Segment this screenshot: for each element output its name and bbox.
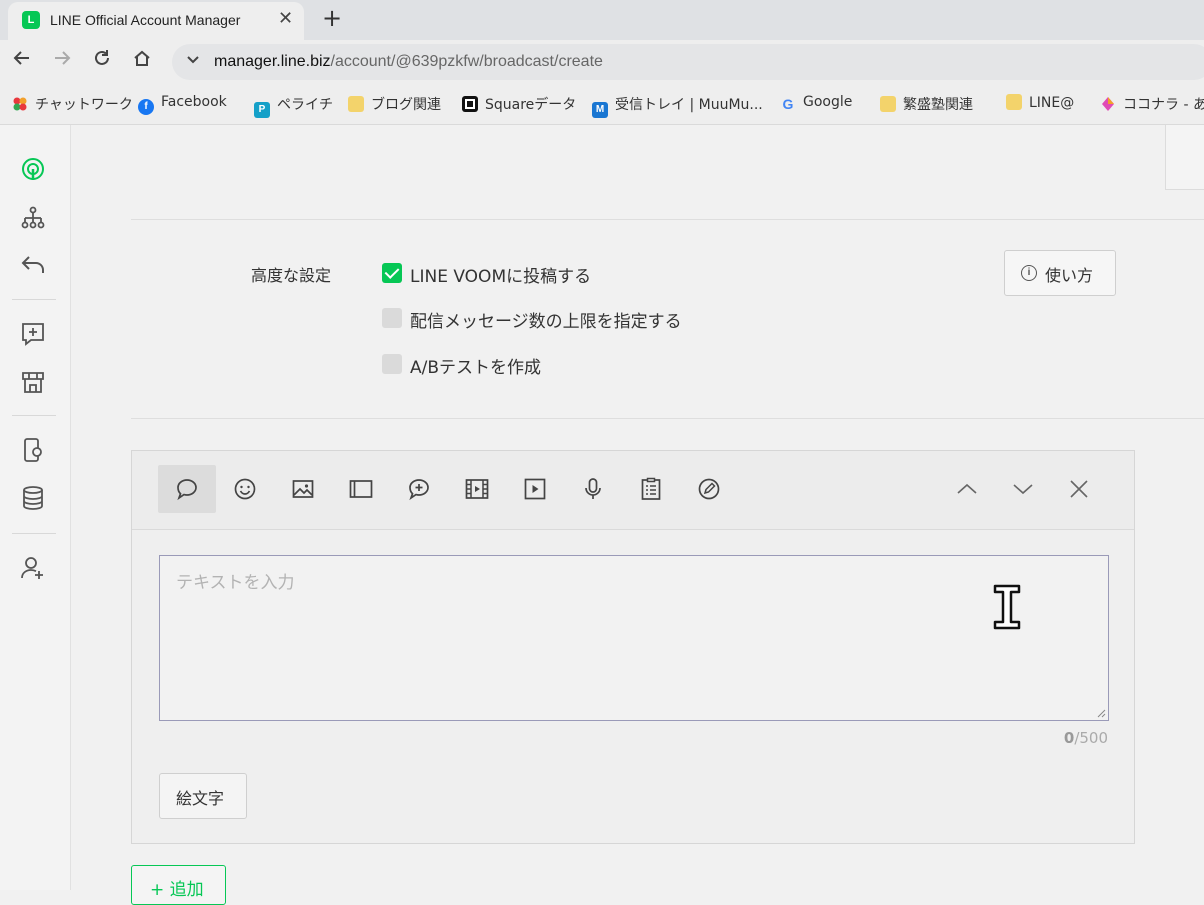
broadcast-icon[interactable] <box>20 156 46 182</box>
how-to-use-button[interactable]: i 使い方 <box>1004 250 1116 296</box>
bookmark-peraichi[interactable]: P ペライチ <box>254 94 333 118</box>
add-friend-icon[interactable] <box>20 555 46 581</box>
browser-toolbar: manager.line.biz/account/@639pzkfw/broad… <box>0 40 1204 84</box>
sidebar-divider <box>12 415 56 416</box>
image-icon[interactable] <box>274 465 332 513</box>
message-type-toolbar <box>132 451 1134 530</box>
edit-icon[interactable] <box>680 465 738 513</box>
info-icon: i <box>1021 265 1037 281</box>
checkbox-message-limit[interactable] <box>382 308 402 328</box>
card-message-icon[interactable] <box>332 465 390 513</box>
bookmark-folder-line[interactable]: LINE@ <box>1006 94 1074 114</box>
video-frame-icon[interactable] <box>448 465 506 513</box>
text-cursor-icon <box>993 584 1021 630</box>
chevron-down-icon[interactable] <box>186 52 200 70</box>
sidebar-divider <box>12 533 56 534</box>
emoji-button[interactable]: 絵文字 <box>159 773 247 819</box>
coconala-icon <box>1100 96 1116 112</box>
resize-handle-icon[interactable] <box>1096 708 1106 718</box>
bookmark-folder-hanjoujuku[interactable]: 繁盛塾関連 <box>880 94 973 114</box>
tab-close-icon[interactable]: ✕ <box>278 8 293 29</box>
bookmark-facebook[interactable]: f Facebook <box>138 94 227 115</box>
emoji-icon[interactable] <box>216 465 274 513</box>
section-divider <box>131 219 1204 220</box>
bookmark-coconala[interactable]: ココナラ - あな <box>1100 94 1204 114</box>
message-textarea[interactable] <box>160 556 1108 720</box>
message-text-field[interactable] <box>159 555 1109 721</box>
bookmark-google[interactable]: G Google <box>780 94 853 114</box>
checkbox-line-voom[interactable] <box>382 263 402 283</box>
move-down-icon[interactable] <box>994 465 1052 513</box>
folder-icon <box>880 96 896 112</box>
folder-icon <box>1006 94 1022 110</box>
section-divider <box>131 418 1204 419</box>
top-right-panel <box>1165 125 1204 190</box>
url-text: manager.line.biz/account/@639pzkfw/broad… <box>214 53 603 70</box>
bookmark-square[interactable]: Squareデータ <box>462 94 576 114</box>
facebook-icon: f <box>138 99 154 115</box>
clipboard-icon[interactable] <box>622 465 680 513</box>
advanced-settings-label: 高度な設定 <box>251 266 332 285</box>
database-icon[interactable] <box>20 485 46 511</box>
browser-tab-bar: L LINE Official Account Manager ✕ + <box>0 0 1204 40</box>
address-bar[interactable]: manager.line.biz/account/@639pzkfw/broad… <box>172 44 1204 80</box>
bookmark-chatwork[interactable]: チャットワーク <box>12 94 133 114</box>
tab-title: LINE Official Account Manager <box>50 12 241 28</box>
peraichi-icon: P <box>254 102 270 118</box>
text-bubble-icon[interactable] <box>158 465 216 513</box>
sidebar-divider <box>12 299 56 300</box>
folder-icon <box>348 96 364 112</box>
add-message-button[interactable]: + 追加 <box>131 865 226 905</box>
play-icon[interactable] <box>506 465 564 513</box>
bookmark-folder-blog[interactable]: ブログ関連 <box>348 94 441 114</box>
back-icon[interactable] <box>8 48 36 73</box>
forward-icon[interactable] <box>48 48 76 73</box>
checkbox-ab-test[interactable] <box>382 354 402 374</box>
flow-hierarchy-icon[interactable] <box>20 205 46 231</box>
muumuu-mail-icon: M <box>592 102 608 118</box>
close-icon[interactable] <box>1050 465 1108 513</box>
reload-icon[interactable] <box>88 48 116 73</box>
move-up-icon[interactable] <box>938 465 996 513</box>
auto-reply-icon[interactable] <box>20 252 46 278</box>
shop-icon[interactable] <box>20 369 46 395</box>
chatwork-icon <box>12 96 28 112</box>
option-label: A/Bテストを作成 <box>410 358 542 378</box>
how-to-use-label: 使い方 <box>1045 266 1094 285</box>
google-icon: G <box>782 96 794 112</box>
line-favicon-icon: L <box>22 11 40 29</box>
mic-icon[interactable] <box>564 465 622 513</box>
left-sidebar <box>0 125 71 890</box>
bookmark-muumuu-inbox[interactable]: M 受信トレイ | MuuMu... <box>592 94 763 118</box>
new-tab-icon[interactable]: + <box>322 4 342 32</box>
add-message-icon[interactable] <box>20 321 46 347</box>
character-counter: 0/500 <box>1063 729 1108 747</box>
add-bubble-icon[interactable] <box>390 465 448 513</box>
mobile-coupon-icon[interactable] <box>20 437 46 463</box>
message-editor: 0/500 絵文字 <box>131 450 1135 844</box>
bookmarks-bar: チャットワーク f Facebook P ペライチ ブログ関連 Squareデータ … <box>0 84 1204 125</box>
option-label: 配信メッセージ数の上限を指定する <box>410 312 682 332</box>
option-label: LINE VOOMに投稿する <box>410 267 592 287</box>
browser-tab[interactable]: L LINE Official Account Manager ✕ <box>8 2 304 40</box>
emoji-button-label: 絵文字 <box>176 789 225 808</box>
square-logo-icon <box>462 96 478 112</box>
add-button-label: + 追加 <box>150 880 204 900</box>
home-icon[interactable] <box>128 48 156 73</box>
